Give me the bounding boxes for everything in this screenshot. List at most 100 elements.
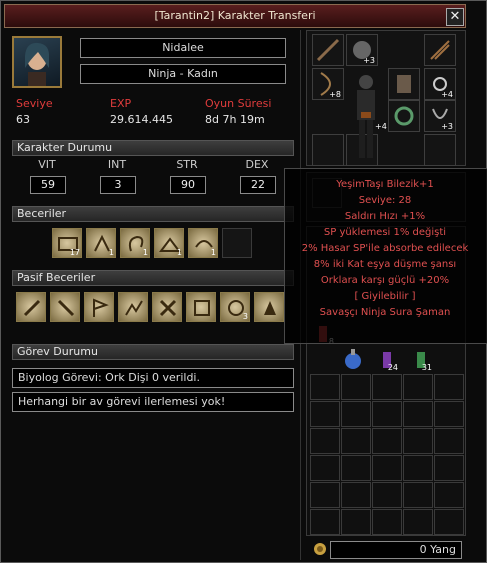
- passive-skills-header: Pasif Beceriler: [12, 270, 294, 286]
- tooltip-line: 2% Hasar SP'ile absorbe edilecek: [301, 243, 469, 254]
- inventory-slot[interactable]: [341, 455, 371, 481]
- inventory-slot[interactable]: [403, 374, 433, 400]
- stat-label-int: INT: [107, 158, 127, 171]
- quest-header: Görev Durumu: [12, 344, 294, 360]
- equip-slot-bracelet[interactable]: [388, 100, 420, 132]
- skill-slot-1[interactable]: 17: [52, 228, 82, 258]
- inventory-slot[interactable]: [434, 401, 464, 427]
- inventory-slot[interactable]: [434, 428, 464, 454]
- inventory-slot[interactable]: [372, 428, 402, 454]
- tooltip-line: 8% iki Kat eşya düşme şansı: [313, 259, 457, 270]
- inventory-slot[interactable]: [403, 401, 433, 427]
- inventory-slot[interactable]: [403, 509, 433, 535]
- inventory-slot[interactable]: [403, 482, 433, 508]
- inventory-slot[interactable]: [434, 455, 464, 481]
- equip-slot-extra-1[interactable]: [312, 134, 344, 166]
- inventory-slot[interactable]: [341, 401, 371, 427]
- inventory-slot[interactable]: [310, 374, 340, 400]
- level-label: Seviye: [16, 97, 53, 110]
- equip-plus-helmet: +3: [363, 56, 375, 65]
- inventory-slot[interactable]: [434, 509, 464, 535]
- playtime-value: 8d 7h 19m: [205, 113, 265, 126]
- inventory-slot[interactable]: [403, 455, 433, 481]
- stat-value-dex: 22: [240, 176, 276, 194]
- inventory-slot[interactable]: [310, 482, 340, 508]
- playtime-label: Oyun Süresi: [205, 97, 272, 110]
- passive-skill-2[interactable]: [50, 292, 80, 322]
- item-tooltip: YeşimTaşı Bilezik+1 Seviye: 28 Saldırı Hız…: [284, 168, 487, 344]
- passive-skill-5[interactable]: [152, 292, 182, 322]
- equip-slot-weapon[interactable]: [312, 34, 344, 66]
- skills-header: Beceriler: [12, 206, 294, 222]
- quest-item-1[interactable]: Biyolog Görevi: Ork Dişi 0 verildi.: [12, 368, 294, 388]
- tooltip-line: [ Giyilebilir ]: [354, 291, 416, 302]
- coin-icon: [312, 541, 328, 557]
- level-value: 63: [16, 113, 30, 126]
- tooltip-line: Orklara karşı güçlü +20%: [320, 275, 450, 286]
- skill-level-3: 1: [142, 248, 148, 257]
- inventory-slot[interactable]: [403, 428, 433, 454]
- potion-blue-icon[interactable]: [340, 346, 366, 372]
- inventory-slot[interactable]: [310, 401, 340, 427]
- skill-slot-2[interactable]: 1: [86, 228, 116, 258]
- skill-slot-3[interactable]: 1: [120, 228, 150, 258]
- equip-plus-bow: +8: [329, 90, 341, 99]
- skill-level-4: 1: [176, 248, 182, 257]
- potion-purple-icon[interactable]: 24: [374, 346, 400, 372]
- passive-skill-7[interactable]: 3: [220, 292, 250, 322]
- inventory-slot[interactable]: [434, 482, 464, 508]
- passive-skill-3[interactable]: [84, 292, 114, 322]
- inventory-slot[interactable]: [310, 509, 340, 535]
- inventory-slot[interactable]: [310, 428, 340, 454]
- potion-green-icon[interactable]: 31: [408, 346, 434, 372]
- inventory-slot[interactable]: [341, 374, 371, 400]
- stat-label-str: STR: [176, 158, 198, 171]
- skill-level-1: 17: [69, 248, 80, 257]
- inventory-slot[interactable]: [372, 482, 402, 508]
- equip-slot-arrows[interactable]: [424, 34, 456, 66]
- passive-skill-6[interactable]: [186, 292, 216, 322]
- equip-slot-shield[interactable]: [388, 68, 420, 100]
- tooltip-line: Seviye: 28: [358, 195, 412, 206]
- inventory-slot[interactable]: [372, 509, 402, 535]
- passive-skill-4[interactable]: [118, 292, 148, 322]
- tooltip-line: Savaşçı Ninja Sura Şaman: [319, 307, 451, 318]
- inventory-slot[interactable]: [310, 455, 340, 481]
- tooltip-line: YeşimTaşı Bilezik+1: [336, 179, 434, 190]
- skill-slot-4[interactable]: 1: [154, 228, 184, 258]
- tooltip-line: Saldırı Hızı +1%: [344, 211, 426, 222]
- passive-skill-8[interactable]: [254, 292, 284, 322]
- exp-value: 29.614.445: [110, 113, 173, 126]
- equip-plus-earring: +4: [441, 90, 453, 99]
- inventory-slot[interactable]: [434, 374, 464, 400]
- character-class: Ninja - Kadın: [80, 64, 286, 84]
- tooltip-lines: YeşimTaşı Bilezik+1 Seviye: 28 Saldırı Hız…: [285, 169, 487, 321]
- inventory-slot[interactable]: [372, 401, 402, 427]
- tooltip-line: SP yüklemesi 1% değişti: [323, 227, 447, 238]
- skill-level-2: 1: [108, 248, 114, 257]
- skill-slot-5[interactable]: 1: [188, 228, 218, 258]
- equip-slot-bow[interactable]: +8: [312, 68, 344, 100]
- equip-slot-earring[interactable]: +4: [424, 68, 456, 100]
- close-icon[interactable]: ✕: [446, 8, 464, 26]
- equip-slot-extra-3[interactable]: [424, 134, 456, 166]
- stat-label-vit: VIT: [38, 158, 56, 171]
- inv-count-1: 24: [387, 363, 398, 372]
- exp-label: EXP: [110, 97, 132, 110]
- stat-value-vit: 59: [30, 176, 66, 194]
- character-name: Nidalee: [80, 38, 286, 58]
- inventory-slot[interactable]: [372, 374, 402, 400]
- inventory-slot[interactable]: [341, 428, 371, 454]
- quest-item-2[interactable]: Herhangi bir av görevi ilerlemesi yok!: [12, 392, 294, 412]
- window-title[interactable]: [Tarantin2] Karakter Transferi: [4, 4, 466, 28]
- inventory-slot[interactable]: [341, 482, 371, 508]
- skill-slot-6[interactable]: [222, 228, 252, 258]
- equip-slot-necklace[interactable]: +3: [424, 100, 456, 132]
- skill-level-5: 1: [210, 248, 216, 257]
- equip-slot-helmet[interactable]: +3: [346, 34, 378, 66]
- passive-level-7: 3: [242, 312, 248, 321]
- inventory-slot[interactable]: [341, 509, 371, 535]
- inventory-slot[interactable]: [372, 455, 402, 481]
- passive-skill-1[interactable]: [16, 292, 46, 322]
- stat-value-int: 3: [100, 176, 136, 194]
